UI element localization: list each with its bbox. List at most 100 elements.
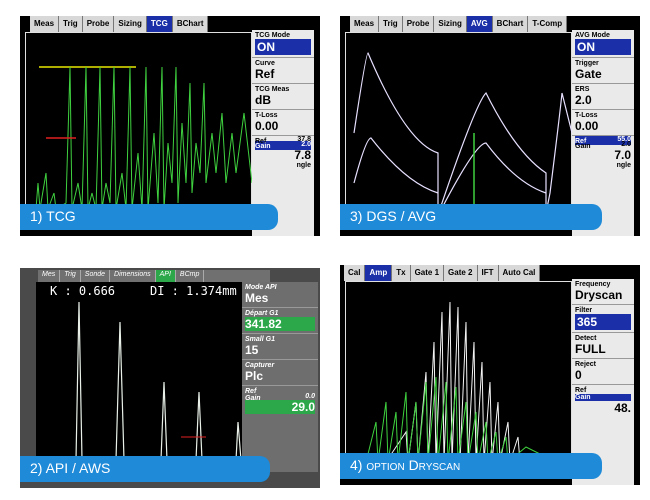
api-screenshot: Mes Trig Sonde Dimensions API BCmp K : 0… [20,268,320,488]
frequency-value: Dryscan [575,288,623,302]
api-gain-box[interactable]: Ref Gain 0.0 29.0 [242,386,318,416]
tcg-mode-value: ON [255,39,311,55]
mode-api-label: Mode API [245,284,277,291]
tab-trig[interactable]: Trig [379,16,403,32]
gain-tail: ngle [616,162,631,169]
t-loss-label: T-Loss [255,112,278,119]
depart-g1-label: Départ G1 [245,310,279,317]
trigger-value: Gate [575,67,602,81]
tcg-meas-box[interactable]: TCG Meas dB [252,84,314,110]
api-ascan-display [36,282,242,464]
tab-sizing[interactable]: Sizing [434,16,467,32]
tab-amp[interactable]: Amp [365,265,393,281]
dgs-caption: 3) DGS / AVG [340,204,602,230]
small-g1-value: 15 [245,343,259,357]
dryscan-caption: 4) option Dryscan [340,453,602,479]
dryscan-gain-box[interactable]: Ref Gain 48. [572,385,634,417]
trigger-box[interactable]: Trigger Gate [572,58,634,84]
dryscan-tab-bar: Cal Amp Tx Gate 1 Gate 2 IFT Auto Cal [344,265,541,281]
gain-big-value: 7.0 [614,148,631,162]
gain-big-value: 29.0 [245,400,315,414]
capturer-value: Plc [245,369,264,383]
dryscan-screenshot: Cal Amp Tx Gate 1 Gate 2 IFT Auto Cal Fr… [340,265,640,485]
detect-box[interactable]: Detect FULL [572,333,634,359]
tab-gate-2[interactable]: Gate 2 [444,265,478,281]
api-ascan-waveform [36,301,242,461]
tab-bcmp[interactable]: BCmp [176,270,205,282]
small-g1-box[interactable]: Small G1 15 [242,334,318,360]
frequency-label: Frequency [575,281,611,288]
tab-auto-cal[interactable]: Auto Cal [499,265,541,281]
tcg-caption: 1) TCG [20,204,278,230]
reject-value: 0 [575,368,582,382]
tcg-meas-label: TCG Meas [255,86,290,93]
curve-value: Ref [255,67,275,81]
dryscan-ascan-display [345,281,573,464]
tab-bchart[interactable]: BChart [493,16,529,32]
t-loss-value: 0.00 [255,119,279,133]
dgs-gain-box[interactable]: Ref 55.0 Gain 2.0 7.0 ngle [572,136,634,171]
tab-probe[interactable]: Probe [403,16,435,32]
tab-ift[interactable]: IFT [478,265,499,281]
filter-label: Filter [575,307,593,314]
detect-value: FULL [575,342,606,356]
capturer-label: Capturer [245,362,275,369]
dryscan-ascan-waveform [365,301,573,464]
tab-mes[interactable]: Mes [38,270,61,282]
api-k-readout: K : 0.666 [50,284,116,298]
gain-big-value: 48. [614,401,631,415]
tab-gate-1[interactable]: Gate 1 [411,265,445,281]
tab-probe[interactable]: Probe [83,16,115,32]
tcg-mode-box[interactable]: TCG Mode ON [252,30,314,58]
mode-api-value: Mes [245,291,269,305]
reject-box[interactable]: Reject 0 [572,359,634,385]
tab-bchart[interactable]: BChart [173,16,209,32]
depart-g1-value: 341.82 [245,317,315,331]
gain-label: Gain [575,394,631,401]
tcg-tab-bar: Meas Trig Probe Sizing TCG BChart [30,16,209,32]
curve-label: Curve [255,60,275,67]
trigger-label: Trigger [575,60,599,67]
reject-label: Reject [575,361,597,368]
api-di-readout: DI : 1.374mm [150,284,237,298]
ers-value: 2.0 [575,93,592,107]
tab-sonde[interactable]: Sonde [81,270,111,282]
ers-label: ERS [575,86,590,93]
mode-api-box[interactable]: Mode API Mes [242,282,318,308]
t-loss-box[interactable]: T-Loss 0.00 [572,110,634,136]
avg-mode-value: ON [575,39,631,55]
avg-mode-label: AVG Mode [575,32,610,39]
t-loss-box[interactable]: T-Loss 0.00 [252,110,314,136]
filter-box[interactable]: Filter 365 [572,305,634,333]
capturer-box[interactable]: Capturer Plc [242,360,318,386]
small-g1-label: Small G1 [245,336,275,343]
tab-cal[interactable]: Cal [344,265,366,281]
api-caption: 2) API / AWS [20,456,270,482]
dgs-ascan-waveform [346,52,573,214]
tab-tcg[interactable]: TCG [146,16,173,32]
tab-trig[interactable]: Trig [60,270,81,282]
depart-g1-box[interactable]: Départ G1 341.82 [242,308,318,334]
api-tab-bar: Mes Trig Sonde Dimensions API BCmp [38,270,270,282]
t-loss-value: 0.00 [575,119,599,133]
tab-trig[interactable]: Trig [59,16,83,32]
tab-meas[interactable]: Meas [350,16,380,32]
curve-box[interactable]: Curve Ref [252,58,314,84]
tab-api[interactable]: API [155,270,176,282]
tcg-mode-label: TCG Mode [255,32,290,39]
tab-dimensions[interactable]: Dimensions [110,270,156,282]
tab-meas[interactable]: Meas [30,16,60,32]
frequency-box[interactable]: Frequency Dryscan [572,279,634,305]
dgs-screenshot: Meas Trig Probe Sizing AVG BChart T-Comp… [340,16,640,236]
ers-box[interactable]: ERS 2.0 [572,84,634,110]
tcg-screenshot: Meas Trig Probe Sizing TCG BChart TCG Mo… [20,16,320,236]
tab-t-comp[interactable]: T-Comp [528,16,568,32]
tab-sizing[interactable]: Sizing [114,16,147,32]
tcg-gain-box[interactable]: Ref 37.8 Gain 2.0 7.8 ngle [252,136,314,171]
tab-avg[interactable]: AVG [466,16,493,32]
api-side-menu: Mode API Mes Départ G1 341.82 Small G1 15 C… [242,282,318,472]
tcg-meas-value: dB [255,93,271,107]
dgs-tab-bar: Meas Trig Probe Sizing AVG BChart T-Comp [350,16,568,32]
avg-mode-box[interactable]: AVG Mode ON [572,30,634,58]
tab-tx[interactable]: Tx [392,265,411,281]
